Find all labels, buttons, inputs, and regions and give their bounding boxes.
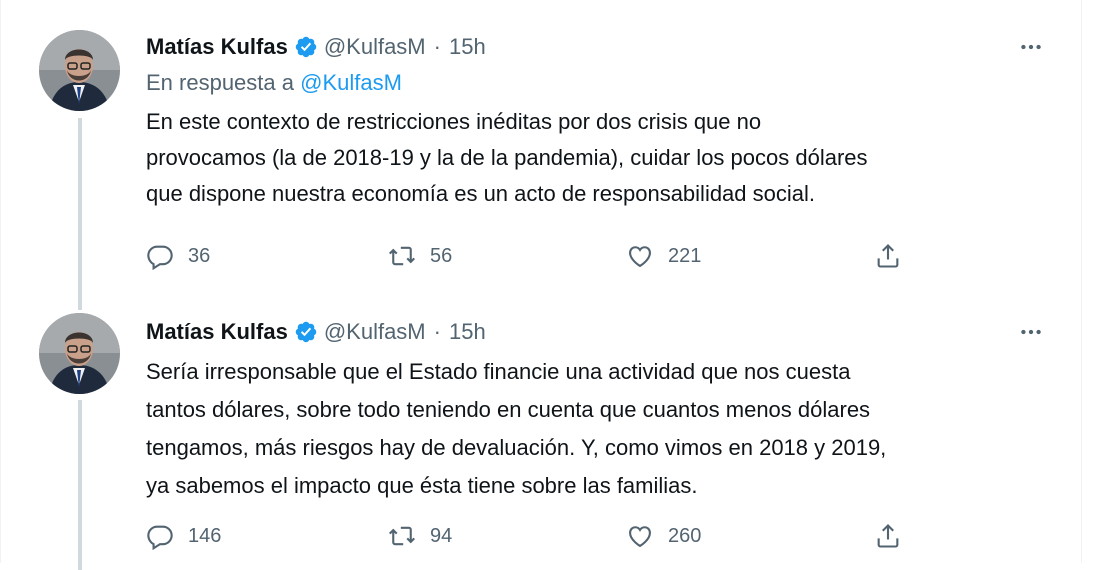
author-handle[interactable]: @KulfasM <box>324 319 426 345</box>
verified-badge-icon <box>295 36 317 58</box>
retweet-icon <box>389 246 415 266</box>
tweet-header: Matías Kulfas @KulfasM · 15h <box>146 317 1041 347</box>
reply-to-link[interactable]: @KulfasM <box>300 70 402 95</box>
thread-line <box>78 400 82 570</box>
reply-context: En respuesta a @KulfasM <box>146 68 1023 98</box>
author-name[interactable]: Matías Kulfas <box>146 34 288 60</box>
reply-button[interactable]: 36 <box>146 236 210 276</box>
separator-dot: · <box>433 34 441 59</box>
tweet-header: Matías Kulfas @KulfasM · 15h <box>146 32 1041 62</box>
reply-count: 146 <box>188 524 222 547</box>
like-icon <box>629 526 651 548</box>
thread-line <box>78 118 82 310</box>
timeline: Matías Kulfas @KulfasM · 15h En respuest… <box>0 0 1083 570</box>
retweet-icon <box>389 526 415 546</box>
tweet[interactable]: Matías Kulfas @KulfasM · 15h En respuest… <box>1 0 1083 310</box>
reply-icon <box>147 245 173 270</box>
like-button[interactable]: 260 <box>626 516 701 556</box>
author-name[interactable]: Matías Kulfas <box>146 319 288 345</box>
retweet-button[interactable]: 56 <box>388 236 452 276</box>
tweet-text: En este contexto de restricciones inédit… <box>146 109 868 206</box>
share-button[interactable] <box>874 516 902 556</box>
timestamp[interactable]: 15h <box>449 34 486 60</box>
avatar[interactable] <box>39 30 120 111</box>
reply-count: 36 <box>188 244 211 267</box>
share-button[interactable] <box>874 236 902 276</box>
timestamp[interactable]: 15h <box>449 319 486 345</box>
retweet-button[interactable]: 94 <box>388 516 452 556</box>
author-handle[interactable]: @KulfasM <box>324 34 426 60</box>
verified-badge-icon <box>295 321 317 343</box>
reply-button[interactable]: 146 <box>146 516 221 556</box>
like-count: 260 <box>668 524 702 547</box>
tweet-actions: 36 56 221 <box>146 236 916 276</box>
retweet-count: 94 <box>430 524 453 547</box>
like-icon <box>629 246 651 268</box>
separator-dot: · <box>433 319 441 344</box>
more-icon[interactable] <box>1014 315 1048 349</box>
share-icon <box>877 524 899 548</box>
like-button[interactable]: 221 <box>626 236 701 276</box>
reply-icon <box>147 525 173 550</box>
share-icon <box>877 244 899 268</box>
like-count: 221 <box>668 244 702 267</box>
avatar[interactable] <box>39 313 120 394</box>
tweet-text: Sería irresponsable que el Estado financ… <box>146 359 887 498</box>
more-icon[interactable] <box>1014 30 1048 64</box>
tweet-actions: 146 94 260 <box>146 516 916 556</box>
reply-prefix: En respuesta a <box>146 70 301 95</box>
retweet-count: 56 <box>430 244 453 267</box>
